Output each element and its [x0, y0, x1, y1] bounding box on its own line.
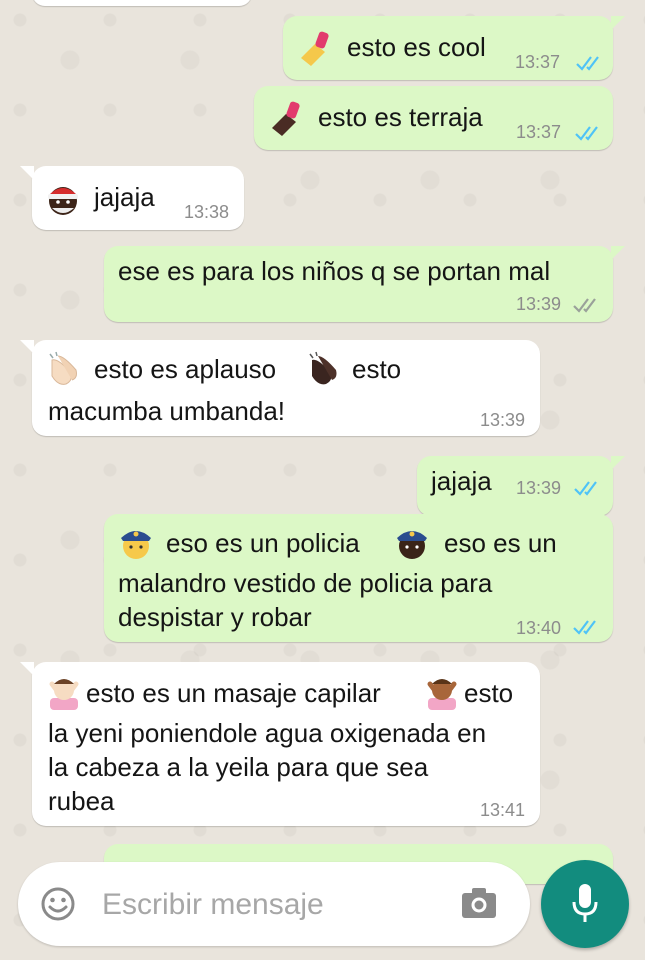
double-check-icon — [575, 126, 598, 141]
message-bubble[interactable]: esto es un masaje capilar esto la yeni p… — [20, 662, 540, 826]
message-text-part: esto — [352, 354, 402, 384]
message-text-part: macumba umbanda! — [48, 396, 286, 426]
message-time: 13:39 — [480, 410, 526, 430]
message-bubble[interactable]: eso es un policia eso es un malandro ves… — [104, 514, 613, 642]
microphone-icon — [572, 884, 598, 922]
double-check-icon — [573, 298, 596, 313]
message-text-part: esto — [464, 678, 514, 708]
police-officer-dark-emoji — [392, 522, 428, 559]
microphone-button[interactable] — [541, 860, 629, 948]
nail-polish-light-emoji — [295, 28, 331, 66]
message-time: 13:37 — [516, 122, 562, 142]
message-time: 13:38 — [184, 202, 230, 222]
message-bubble[interactable]: esto es cool 13:37 — [283, 16, 625, 80]
clapping-hands-light-emoji — [44, 350, 80, 386]
message-bubble[interactable]: esto es aplauso esto macumba umbanda! 13… — [20, 340, 540, 436]
message-time: 13:39 — [516, 478, 562, 498]
santa-dark-emoji — [44, 180, 80, 216]
message-input-placeholder[interactable]: Escribir mensaje — [102, 888, 324, 922]
message-text-part: esto es un masaje capilar — [86, 678, 381, 708]
haircut-light-emoji — [46, 674, 82, 710]
message-text-part: malandro vestido de policia para despist… — [118, 568, 493, 632]
camera-icon[interactable] — [460, 886, 498, 920]
message-bubble[interactable]: jajaja 13:38 — [20, 166, 244, 230]
message-text-part: la yeni poniendole agua oxigenada en la … — [48, 718, 487, 816]
message-time: 13:40 — [516, 618, 562, 638]
message-text-part: eso es un — [444, 528, 557, 558]
message-text: jajaja — [94, 182, 155, 212]
message-text: ese es para los niños q se portan mal — [118, 256, 551, 286]
nail-polish-dark-emoji — [266, 98, 302, 136]
police-officer-light-emoji — [116, 522, 152, 559]
message-time: 13:39 — [516, 294, 562, 314]
clapping-hands-dark-emoji — [304, 350, 340, 386]
message-text: jajaja — [431, 466, 492, 496]
message-time: 13:41 — [480, 800, 526, 820]
message-text: esto es terraja — [318, 102, 483, 132]
double-check-icon — [574, 481, 597, 496]
message-bubble[interactable]: esto es terraja 13:37 — [254, 86, 613, 150]
message-bubble[interactable]: jajaja 13:39 — [417, 456, 625, 516]
message-text-part: eso es un policia — [166, 528, 360, 558]
double-check-icon — [573, 620, 596, 635]
message-time: 13:37 — [515, 52, 561, 72]
message-text-part: esto es aplauso — [94, 354, 277, 384]
message-composer[interactable]: Escribir mensaje — [18, 862, 530, 946]
double-check-icon — [576, 56, 599, 71]
message-bubble[interactable]: ese es para los niños q se portan mal 13… — [104, 246, 625, 322]
haircut-dark-emoji — [424, 674, 460, 710]
message-text: esto es cool — [347, 32, 486, 62]
smiley-icon[interactable] — [40, 886, 76, 922]
message-bubble-cropped[interactable] — [32, 0, 252, 6]
